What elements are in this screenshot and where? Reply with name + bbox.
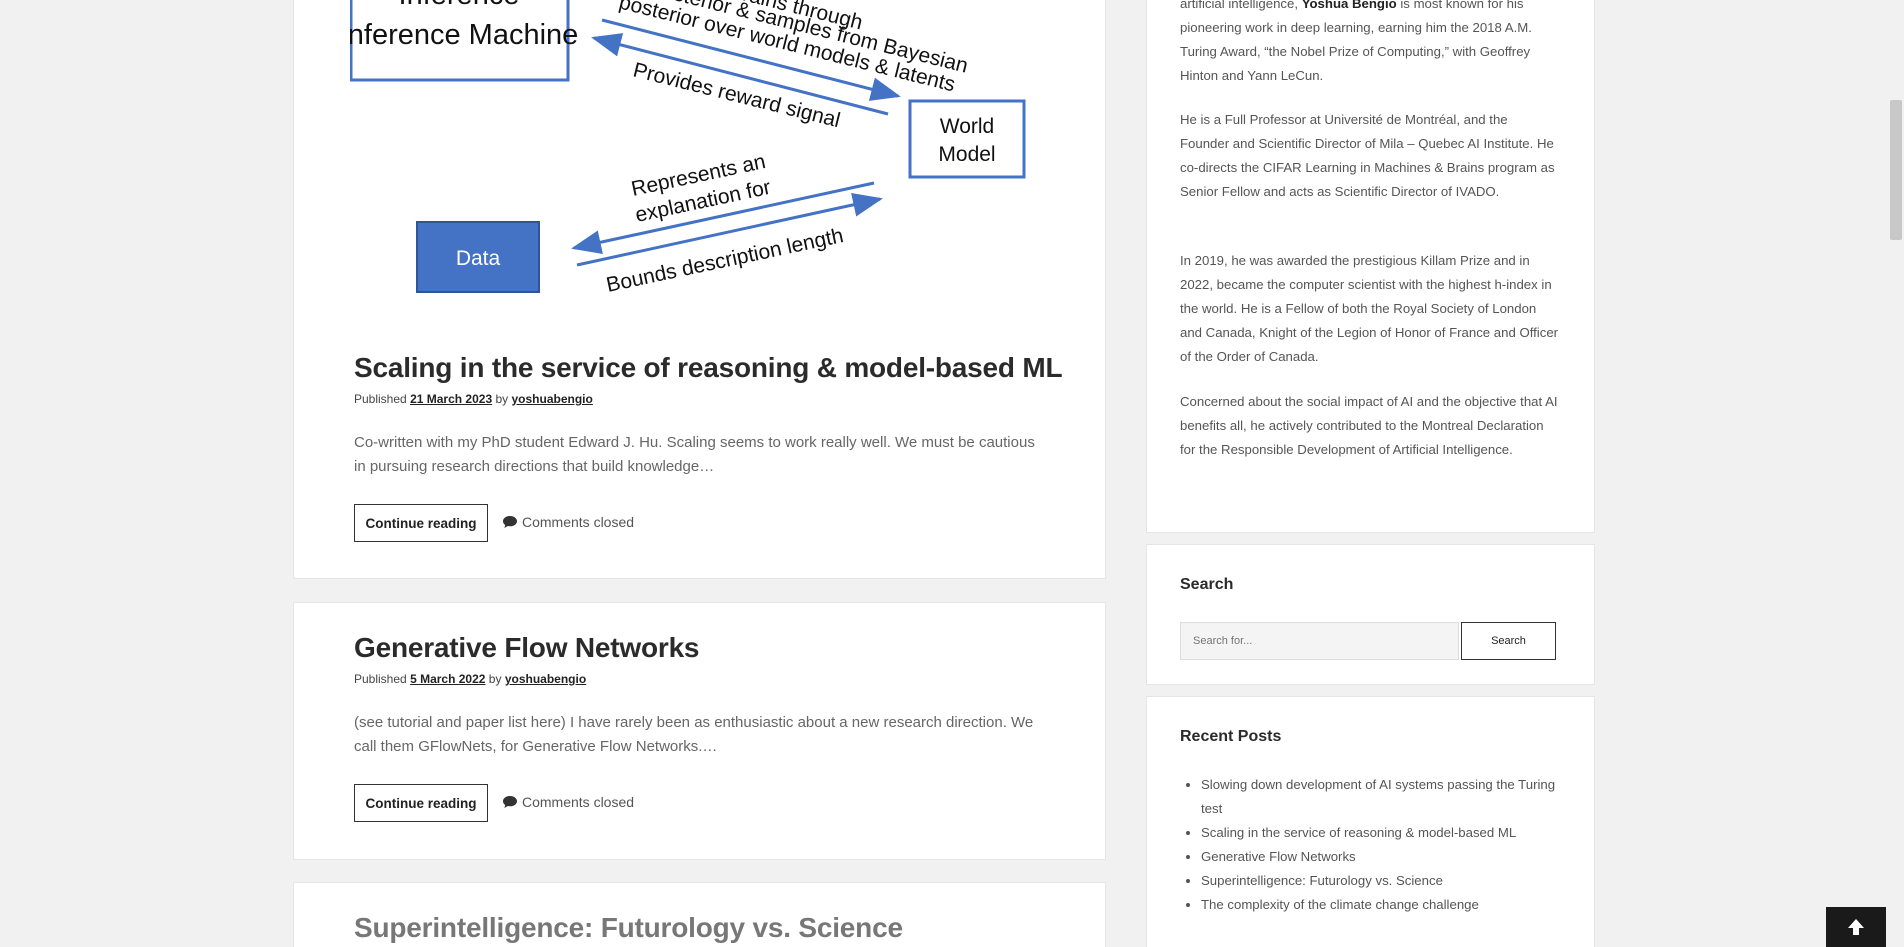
bio-name: Yoshua Bengio (1301, 0, 1397, 11)
search-widget (1146, 544, 1595, 685)
inference-machine-label: Inference (399, 0, 520, 11)
comments-label: Comments closed (522, 794, 635, 810)
author-link[interactable]: yoshuabengio (512, 392, 593, 406)
post-excerpt: (see tutorial and paper list here) I hav… (354, 714, 1034, 755)
published-label: Published (354, 392, 407, 406)
list-item[interactable]: The complexity of the climate change cha… (1201, 893, 1571, 917)
world-model-diagram: Inference Inference Machine World Model … (350, 0, 1026, 297)
inference-machine-label-2: Inference Machine (350, 19, 578, 51)
world-model-label-1: World (940, 115, 994, 138)
arrow-up-icon (1848, 919, 1864, 935)
page-scrollbar[interactable] (1887, 0, 1904, 947)
search-button[interactable]: Search (1461, 622, 1556, 660)
bio-paragraph-4: Concerned about the social impact of AI … (1180, 394, 1558, 457)
speech-bubble-icon (503, 796, 517, 808)
bio-paragraph-2: He is a Full Professor at Université de … (1180, 112, 1555, 199)
comments-status: Comments closed (503, 794, 634, 810)
post-title-link[interactable]: Superintelligence: Futurology vs. Scienc… (354, 912, 903, 944)
bio-paragraph-3: In 2019, he was awarded the prestigious … (1180, 253, 1559, 364)
data-label: Data (456, 247, 501, 270)
list-item[interactable]: Slowing down development of AI systems p… (1201, 773, 1571, 821)
published-label: Published (354, 672, 407, 686)
post-meta: Published 5 March 2022 by yoshuabengio (354, 672, 586, 686)
bio-paragraph-1: artificial intelligence, Yoshua Bengio i… (1180, 0, 1560, 88)
post-title-link[interactable]: Generative Flow Networks (354, 632, 700, 664)
world-model-label-2: Model (938, 143, 995, 166)
author-link[interactable]: yoshuabengio (505, 672, 586, 686)
list-item[interactable]: Superintelligence: Futurology vs. Scienc… (1201, 869, 1571, 893)
speech-bubble-icon (503, 516, 517, 528)
recent-posts-title: Recent Posts (1180, 728, 1282, 745)
list-item[interactable]: Generative Flow Networks (1201, 845, 1571, 869)
list-item[interactable]: Scaling in the service of reasoning & mo… (1201, 821, 1571, 845)
search-widget-title: Search (1180, 576, 1234, 593)
post-date-link[interactable]: 5 March 2022 (410, 672, 485, 686)
continue-reading-button[interactable]: Continue reading (354, 504, 488, 542)
comments-status: Comments closed (503, 514, 634, 530)
search-input[interactable] (1180, 622, 1459, 660)
post-meta: Published 21 March 2023 by yoshuabengio (354, 392, 593, 406)
back-to-top-button[interactable] (1826, 907, 1886, 947)
by-label: by (488, 672, 502, 686)
post-excerpt: Co-written with my PhD student Edward J.… (354, 434, 1035, 475)
continue-reading-button[interactable]: Continue reading (354, 784, 488, 822)
by-label: by (495, 392, 509, 406)
recent-posts-list: Slowing down development of AI systems p… (1201, 773, 1571, 917)
post-title-link[interactable]: Scaling in the service of reasoning & mo… (354, 352, 1063, 384)
post-date-link[interactable]: 21 March 2023 (410, 392, 492, 406)
comments-label: Comments closed (522, 514, 635, 530)
scrollbar-thumb[interactable] (1890, 100, 1902, 240)
